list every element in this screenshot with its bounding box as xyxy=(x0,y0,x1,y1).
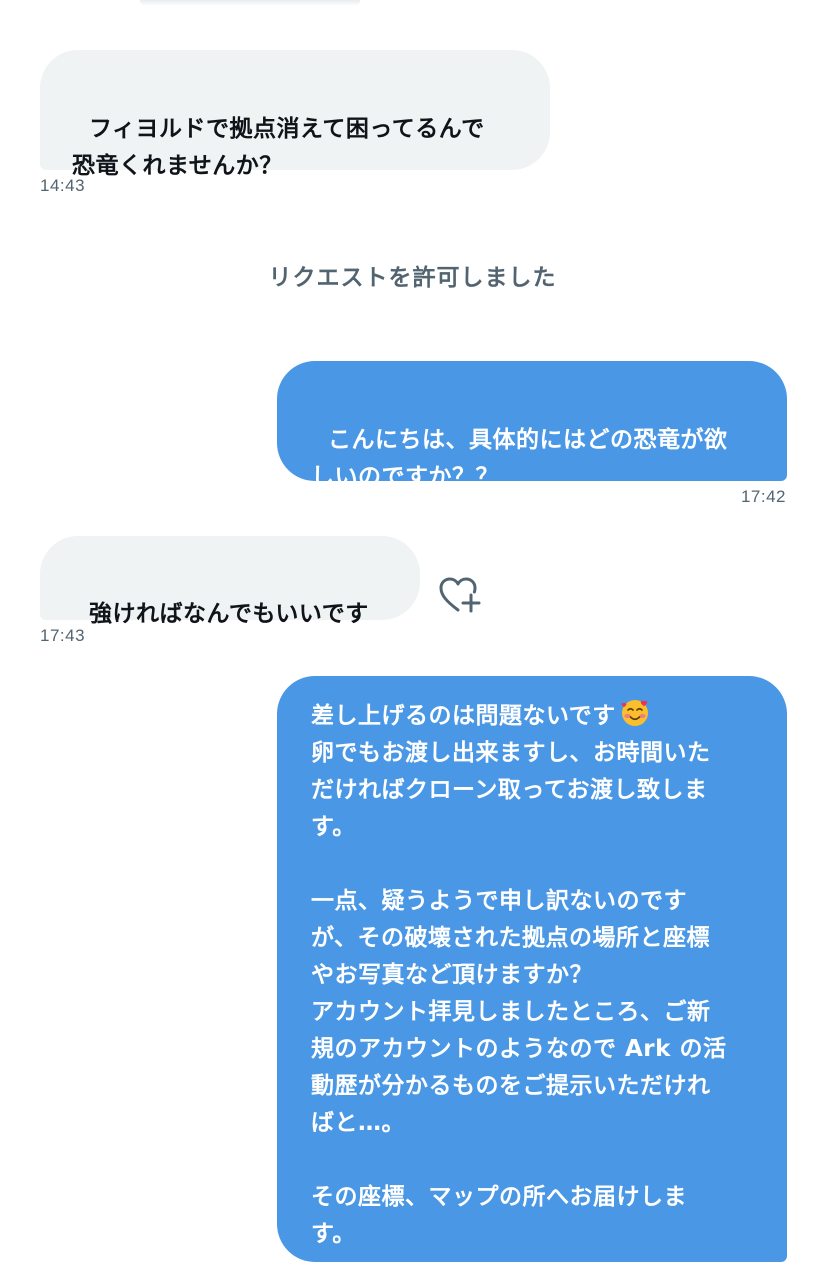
heart-plus-icon xyxy=(439,577,481,613)
message-text-continued: 卵でもお渡し出来ますし、お時間いた だければクローン取ってお渡し致しま す。 一… xyxy=(311,740,727,1247)
message-text: 強ければなんでもいいです xyxy=(89,601,369,627)
message-text: こんにちは、具体的にはどの恐竜が欲 しいのですか？？ xyxy=(311,427,728,490)
outgoing-message-bubble[interactable]: こんにちは、具体的にはどの恐竜が欲 しいのですか？？ xyxy=(277,361,787,490)
request-accepted-notice: リクエストを許可しました xyxy=(268,265,557,291)
message-timestamp: 17:43 xyxy=(40,626,86,645)
message-text: 差し上げるのは問題ないです xyxy=(311,703,616,729)
outgoing-message-bubble[interactable]: 差し上げるのは問題ないです 卵でもお渡し出来ますし、お時間いた だければクローン… xyxy=(277,676,787,1262)
message-timestamp: 17:42 xyxy=(740,487,786,506)
message-text: フィヨルドで拠点消えて困ってるんで 恐竜くれませんか？ xyxy=(72,116,485,179)
smiling-face-with-hearts-icon xyxy=(621,700,648,726)
message-timestamp: 14:43 xyxy=(40,176,86,195)
scroll-edge xyxy=(140,0,360,6)
add-reaction-button[interactable] xyxy=(438,576,484,616)
incoming-message-bubble[interactable]: フィヨルドで拠点消えて困ってるんで 恐竜くれませんか？ xyxy=(40,50,550,179)
incoming-message-bubble[interactable]: 強ければなんでもいいです xyxy=(40,536,420,627)
